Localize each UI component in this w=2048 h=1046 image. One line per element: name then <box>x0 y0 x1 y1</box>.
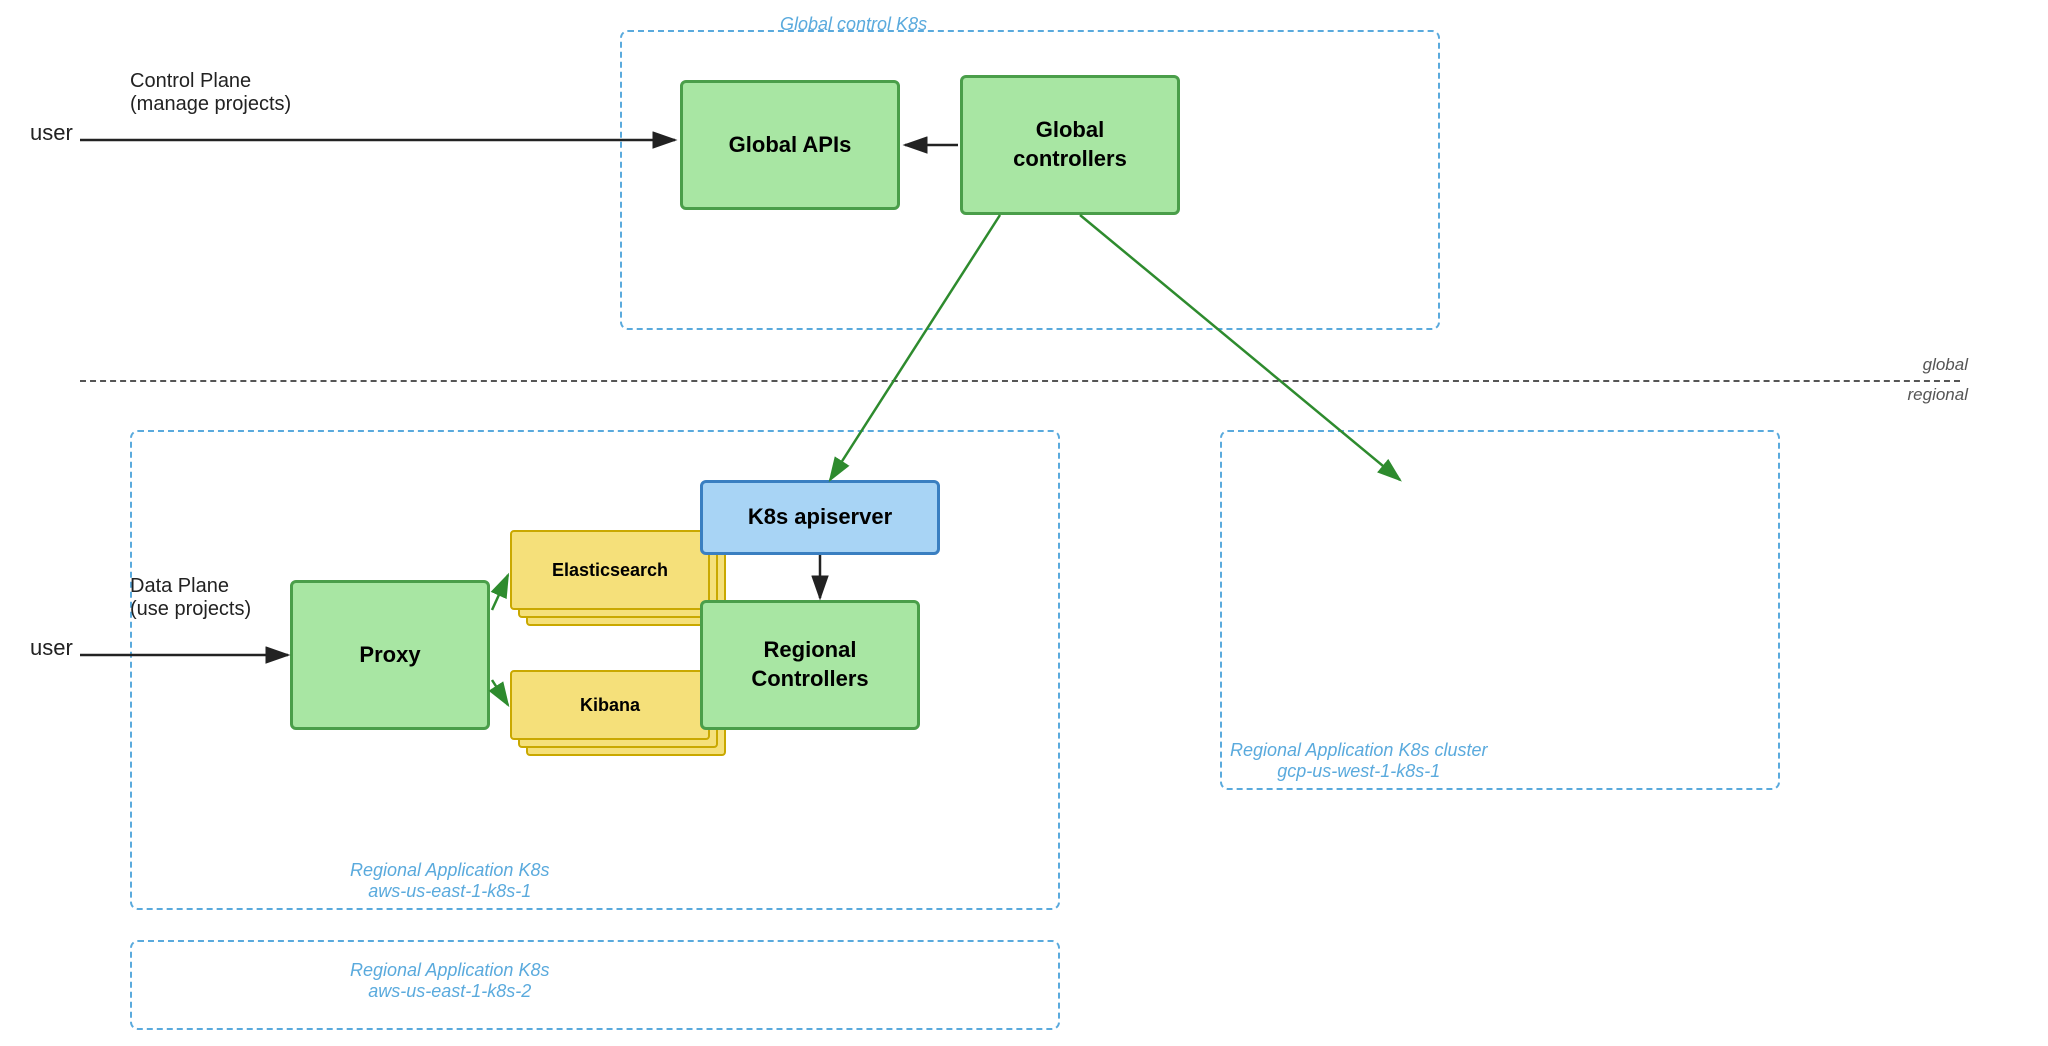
region3-label: Regional Application K8s cluster gcp-us-… <box>1230 740 1487 782</box>
region2-line1: Regional Application K8s <box>350 960 549 980</box>
region1-label: Regional Application K8s aws-us-east-1-k… <box>350 860 549 902</box>
proxy-box: Proxy <box>290 580 490 730</box>
regional-controllers-label: Regional Controllers <box>751 636 868 693</box>
regional-label: regional <box>1908 385 1969 405</box>
global-apis-label: Global APIs <box>729 131 852 160</box>
global-label: global <box>1923 355 1968 375</box>
user-data-label: user <box>30 635 73 661</box>
proxy-label: Proxy <box>359 641 420 670</box>
global-k8s-label: Global control K8s <box>780 14 927 35</box>
data-plane-line2: (use projects) <box>130 598 251 620</box>
global-apis-box: Global APIs <box>680 80 900 210</box>
user-control-label: user <box>30 120 73 146</box>
k8s-apiserver-label: K8s apiserver <box>748 503 892 532</box>
regional-controllers-box: Regional Controllers <box>700 600 920 730</box>
kibana-stack: Kibana <box>510 670 730 770</box>
control-plane-line2: (manage projects) <box>130 93 291 115</box>
region2-label: Regional Application K8s aws-us-east-1-k… <box>350 960 549 1002</box>
data-plane-line1: Data Plane <box>130 575 229 597</box>
diagram: Global control K8s Global APIs Global co… <box>0 0 2048 1046</box>
global-controllers-label: Global controllers <box>1013 116 1127 173</box>
elasticsearch-stack: Elasticsearch <box>510 530 730 650</box>
region2-line2: aws-us-east-1-k8s-2 <box>368 981 531 1001</box>
kibana-label: Kibana <box>580 695 640 716</box>
region3-container <box>1220 430 1780 790</box>
control-plane-label: Control Plane (manage projects) <box>130 70 291 116</box>
region3-line1: Regional Application K8s cluster <box>1230 740 1487 760</box>
global-controllers-box: Global controllers <box>960 75 1180 215</box>
elasticsearch-label: Elasticsearch <box>552 560 668 581</box>
region3-line2: gcp-us-west-1-k8s-1 <box>1277 761 1440 781</box>
region1-line2: aws-us-east-1-k8s-1 <box>368 881 531 901</box>
region2-container <box>130 940 1060 1030</box>
data-plane-label: Data Plane (use projects) <box>130 575 251 621</box>
control-plane-line1: Control Plane <box>130 70 251 92</box>
region1-line1: Regional Application K8s <box>350 860 549 880</box>
global-regional-separator <box>80 380 1960 382</box>
k8s-apiserver-box: K8s apiserver <box>700 480 940 555</box>
